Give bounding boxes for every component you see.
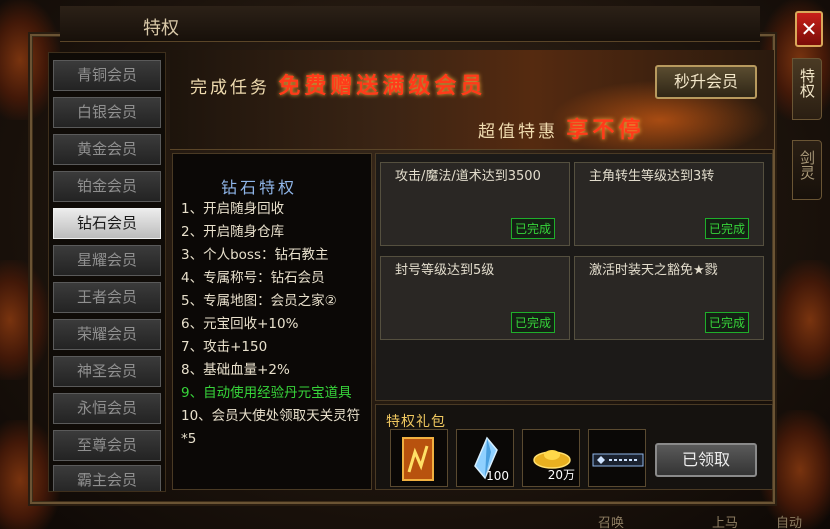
privilege-item: 3、个人boss：钻石教主	[181, 247, 329, 263]
privilege-title: 钻石特权	[221, 178, 298, 197]
task-status-badge: 已完成	[704, 312, 749, 333]
footer-auto-label[interactable]: 自动	[776, 512, 802, 529]
banner-line-2-highlight: 享不停	[566, 118, 645, 143]
privilege-item: 7、攻击+150	[181, 339, 268, 355]
sidebar-item-bronze[interactable]: 青铜会员	[53, 60, 161, 91]
sidebar-item-glory[interactable]: 荣耀会员	[53, 319, 161, 350]
tab-sword-spirit[interactable]: 剑灵	[792, 140, 822, 200]
task-description: 主角转生等级达到3转	[589, 169, 715, 184]
task-card: 激活时装天之豁免★戮 已完成	[574, 256, 764, 340]
sidebar-item-eternal[interactable]: 永恒会员	[53, 393, 161, 424]
task-status-badge: 已完成	[510, 312, 555, 333]
gift-quantity: 100	[486, 469, 509, 483]
sidebar-item-star[interactable]: 星耀会员	[53, 245, 161, 276]
sidebar-item-supreme[interactable]: 至尊会员	[53, 430, 161, 461]
tab-label: 特权	[798, 68, 816, 98]
gift-slot[interactable]: 20万	[522, 429, 580, 487]
banner-line-2: 超值特惠 享不停	[478, 112, 644, 144]
game-window: 特权 ✕ 特权 剑灵 青铜会员 白银会员 黄金会员 铂金会员 钻石会员 星耀会员…	[0, 0, 830, 529]
banner-line-1-highlight: 免费赠送满级会员	[278, 74, 487, 99]
task-card: 攻击/魔法/道术达到3500 已完成	[380, 162, 570, 246]
privilege-item-highlight: 9、自动使用经验丹元宝道具	[181, 385, 352, 401]
footer-mount-label[interactable]: 上马	[712, 512, 738, 529]
task-description: 激活时装天之豁免★戮	[589, 263, 718, 278]
privilege-item: 10、会员大使处领取天关灵符*5	[181, 408, 361, 447]
fire-scroll-icon	[402, 437, 434, 481]
banner-line-1: 完成任务 免费赠送满级会员	[190, 68, 486, 100]
privilege-item: 1、开启随身回收	[181, 201, 285, 217]
sidebar-item-gold[interactable]: 黄金会员	[53, 134, 161, 165]
sidebar-item-platinum[interactable]: 铂金会员	[53, 171, 161, 202]
task-status-badge: 已完成	[704, 218, 749, 239]
sidebar-item-king[interactable]: 王者会员	[53, 282, 161, 313]
dragon-ornament-right	[770, 260, 830, 380]
claimed-button[interactable]: 已领取	[655, 443, 757, 477]
footer-summon-label[interactable]: 召唤	[598, 512, 624, 529]
close-button[interactable]: ✕	[795, 11, 823, 47]
sidebar-item-holy[interactable]: 神圣会员	[53, 356, 161, 387]
gift-title: 特权礼包	[386, 414, 446, 430]
sidebar-item-silver[interactable]: 白银会员	[53, 97, 161, 128]
tab-privilege[interactable]: 特权	[792, 58, 822, 120]
instant-upgrade-button[interactable]: 秒升会员	[655, 65, 757, 99]
banner-line-1-prefix: 完成任务	[190, 78, 270, 98]
privilege-item: 2、开启随身仓库	[181, 224, 285, 240]
gift-quantity: 20万	[547, 468, 575, 482]
gift-slot[interactable]	[588, 429, 646, 487]
privilege-item: 5、专属地图：会员之家②	[181, 293, 337, 309]
task-description: 封号等级达到5级	[395, 263, 495, 278]
window-title: 特权	[143, 18, 179, 39]
diamond-member-title-icon	[592, 453, 644, 467]
promo-banner: 完成任务 免费赠送满级会员 超值特惠 享不停 秒升会员	[170, 50, 774, 150]
task-status-badge: 已完成	[510, 218, 555, 239]
banner-line-2-prefix: 超值特惠	[478, 122, 558, 142]
task-card: 封号等级达到5级 已完成	[380, 256, 570, 340]
task-grid: 攻击/魔法/道术达到3500 已完成 主角转生等级达到3转 已完成 封号等级达到…	[375, 153, 773, 401]
gift-slot[interactable]: 100	[456, 429, 514, 487]
gift-slot[interactable]	[390, 429, 448, 487]
privilege-description-panel: 钻石特权 1、开启随身回收 2、开启随身仓库 3、个人boss：钻石教主 4、专…	[172, 153, 372, 490]
close-icon: ✕	[800, 17, 818, 41]
tab-label: 剑灵	[798, 150, 816, 180]
privilege-item: 8、基础血量+2%	[181, 362, 290, 378]
member-tier-sidebar: 青铜会员 白银会员 黄金会员 铂金会员 钻石会员 星耀会员 王者会员 荣耀会员 …	[48, 52, 166, 492]
privilege-item: 6、元宝回收+10%	[181, 316, 299, 332]
task-description: 攻击/魔法/道术达到3500	[395, 169, 541, 184]
privilege-gift-panel: 特权礼包 100 20万 已领取	[375, 404, 773, 490]
sidebar-item-diamond[interactable]: 钻石会员	[53, 208, 161, 239]
privilege-item: 4、专属称号：钻石会员	[181, 270, 325, 286]
task-card: 主角转生等级达到3转 已完成	[574, 162, 764, 246]
privilege-list: 1、开启随身回收 2、开启随身仓库 3、个人boss：钻石教主 4、专属称号：钻…	[181, 198, 367, 451]
sidebar-item-overlord[interactable]: 霸主会员	[53, 465, 161, 491]
